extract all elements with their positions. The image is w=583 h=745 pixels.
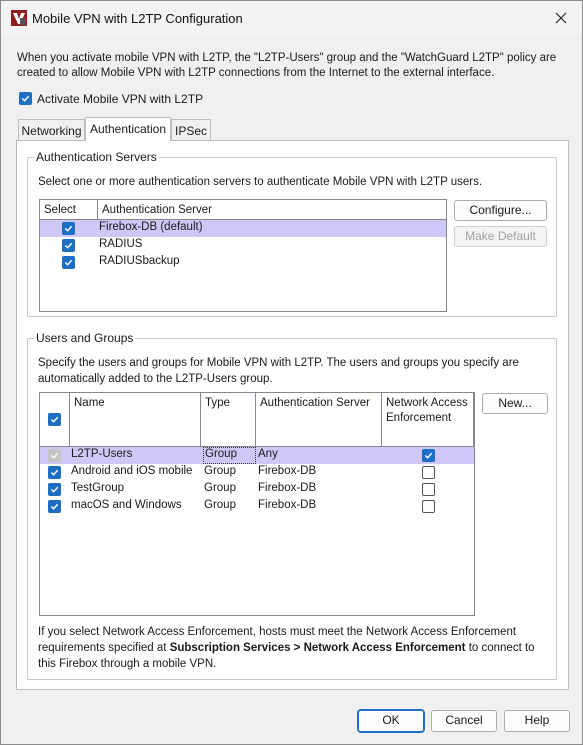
users-and-groups-description: Specify the users and groups for Mobile … (38, 357, 519, 385)
column-authentication-server[interactable]: Authentication Server (256, 393, 382, 447)
intro-text: When you activate mobile VPN with L2TP, … (17, 52, 557, 79)
auth-server-row[interactable]: RADIUSbackup (40, 254, 446, 271)
auth-server-checkbox[interactable] (62, 239, 75, 252)
authentication-servers-title: Authentication Servers (34, 150, 159, 164)
checkmark-icon (50, 452, 59, 459)
checkmark-icon (424, 452, 433, 459)
checkmark-icon (50, 486, 59, 493)
user-group-server: Firebox-DB (258, 482, 317, 494)
user-group-checkbox[interactable] (48, 466, 61, 479)
close-icon (555, 12, 567, 24)
help-button[interactable]: Help (504, 710, 570, 732)
column-name[interactable]: Name (70, 393, 201, 447)
authentication-servers-group: Authentication Servers Select one or mor… (27, 150, 557, 317)
nae-checkbox[interactable] (422, 449, 435, 462)
nae-checkbox[interactable] (422, 500, 435, 513)
auth-server-name: Firebox-DB (default) (99, 221, 203, 233)
window-title: Mobile VPN with L2TP Configuration (32, 11, 243, 26)
user-group-checkbox (48, 449, 61, 462)
tab-authentication[interactable]: Authentication (85, 117, 171, 141)
watchguard-app-icon (11, 10, 27, 26)
user-group-name: macOS and Windows (71, 499, 182, 511)
user-group-type: Group (204, 482, 236, 494)
users-and-groups-group: Users and Groups Specify the users and g… (27, 331, 557, 680)
close-button[interactable] (548, 5, 574, 31)
nae-note-path: Subscription Services > Network Access E… (169, 642, 466, 654)
user-group-server: Firebox-DB (258, 465, 317, 477)
column-type[interactable]: Type (201, 393, 256, 447)
nae-checkbox[interactable] (422, 466, 435, 479)
user-group-checkbox[interactable] (48, 483, 61, 496)
user-group-type: Group (203, 447, 256, 464)
column-select-all[interactable] (40, 393, 70, 447)
user-group-name: Android and iOS mobile (71, 465, 193, 477)
nae-checkbox[interactable] (422, 483, 435, 496)
title-bar: Mobile VPN with L2TP Configuration (1, 1, 582, 35)
users-and-groups-list[interactable]: Name Type Authentication Server Network … (39, 392, 475, 616)
checkmark-icon (50, 416, 59, 423)
auth-server-name: RADIUS (99, 238, 143, 250)
checkmark-icon (64, 225, 73, 232)
dialog-window: Mobile VPN with L2TP Configuration When … (0, 0, 583, 745)
tab-networking[interactable]: Networking (18, 119, 85, 140)
checkmark-icon (64, 259, 73, 266)
tab-ipsec[interactable]: IPSec (171, 119, 211, 140)
auth-server-checkbox[interactable] (62, 222, 75, 235)
cancel-button[interactable]: Cancel (431, 710, 497, 732)
user-group-row[interactable]: Android and iOS mobile Group Firebox-DB (40, 464, 474, 481)
activate-l2tp-checkbox[interactable] (19, 92, 32, 105)
checkmark-icon (50, 469, 59, 476)
user-group-name: TestGroup (71, 482, 125, 494)
user-group-row[interactable]: TestGroup Group Firebox-DB (40, 481, 474, 498)
authentication-servers-description: Select one or more authentication server… (38, 176, 483, 188)
activate-l2tp-label: Activate Mobile VPN with L2TP (37, 92, 204, 106)
column-select[interactable]: Select (40, 200, 98, 220)
users-and-groups-title: Users and Groups (34, 331, 136, 345)
user-group-row[interactable]: L2TP-Users Group Any (40, 447, 474, 464)
checkmark-icon (21, 95, 30, 102)
user-group-checkbox[interactable] (48, 500, 61, 513)
user-group-type: Group (204, 465, 236, 477)
nae-note: If you select Network Access Enforcement… (38, 624, 550, 672)
user-group-server: Any (258, 448, 278, 460)
column-network-access-enforcement[interactable]: Network Access Enforcement (382, 393, 474, 447)
authentication-servers-list[interactable]: Select Authentication Server Firebox-DB … (39, 199, 447, 312)
new-button[interactable]: New... (482, 393, 548, 414)
user-group-name: L2TP-Users (71, 448, 133, 460)
authentication-tab-panel: Authentication Servers Select one or mor… (16, 140, 569, 690)
configure-button[interactable]: Configure... (454, 200, 547, 221)
auth-server-checkbox[interactable] (62, 256, 75, 269)
user-group-row[interactable]: macOS and Windows Group Firebox-DB (40, 498, 474, 515)
auth-server-row[interactable]: RADIUS (40, 237, 446, 254)
checkmark-icon (50, 503, 59, 510)
checkmark-icon (64, 242, 73, 249)
user-group-server: Firebox-DB (258, 499, 317, 511)
ok-button[interactable]: OK (357, 709, 425, 733)
select-all-checkbox[interactable] (48, 413, 61, 426)
make-default-button[interactable]: Make Default (454, 226, 547, 247)
auth-server-row[interactable]: Firebox-DB (default) (40, 220, 446, 237)
auth-server-name: RADIUSbackup (99, 255, 180, 267)
column-authentication-server[interactable]: Authentication Server (98, 200, 446, 220)
user-group-type: Group (204, 499, 236, 511)
